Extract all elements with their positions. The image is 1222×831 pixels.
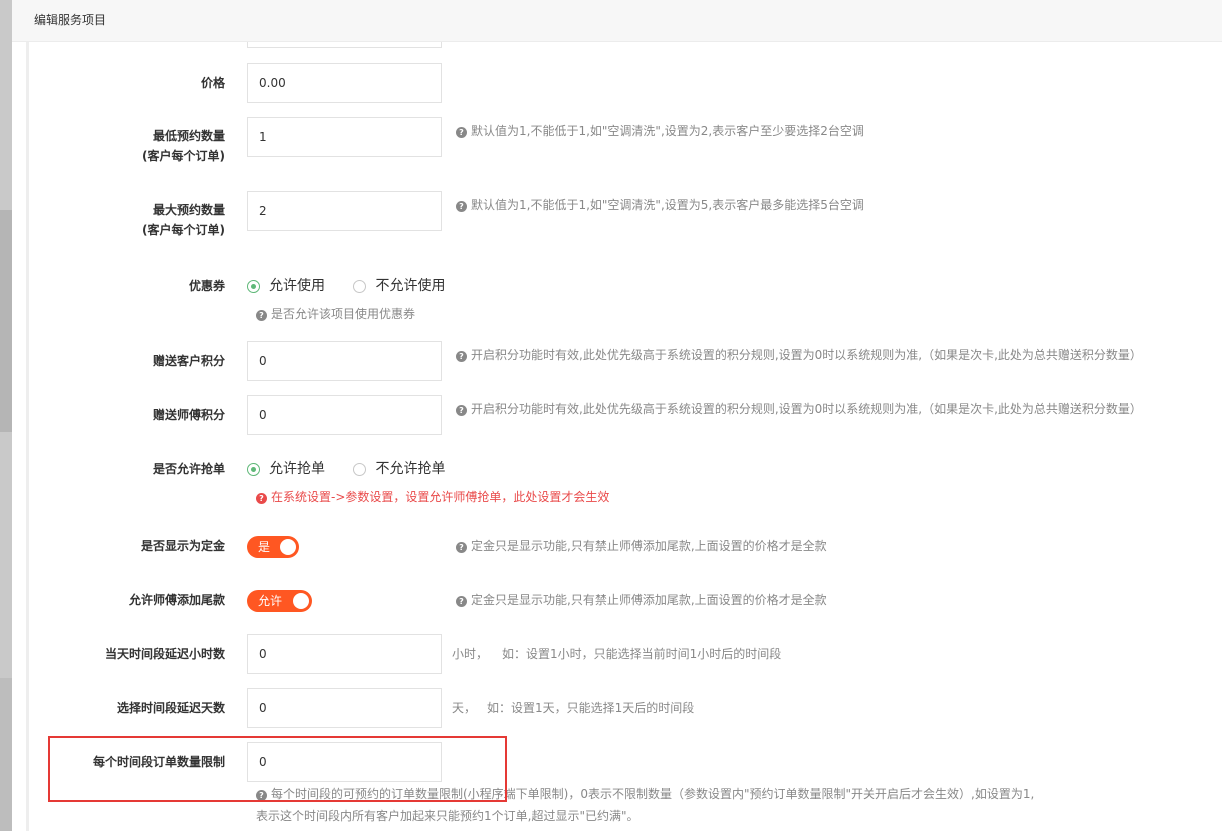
coupon-radio-group: 允许使用 不允许使用 (247, 276, 469, 299)
price-label: 价格 (200, 76, 225, 90)
master-points-help: ? 开启积分功能时有效,此处优先级高于系统设置的积分规则,设置为0时以系统规则为准… (456, 401, 1142, 417)
switch-knob (280, 539, 296, 555)
tail-payment-label: 允许师傅添加尾款 (128, 593, 225, 607)
coupon-allow-radio[interactable]: 允许使用 (247, 276, 325, 296)
radio-checked-icon (247, 279, 260, 293)
question-icon: ? (256, 310, 267, 321)
master-points-label: 赠送师傅积分 (152, 408, 225, 422)
question-icon: ? (456, 596, 467, 607)
radio-unchecked-icon (353, 279, 367, 293)
form-scroll-area[interactable]: 价格 0.00 最低预约数量 (客户每个订单) 1 ? 默认值为1,不能低于1,如… (12, 42, 1222, 831)
grab-order-label: 是否允许抢单 (152, 462, 225, 476)
deposit-label: 是否显示为定金 (140, 539, 225, 553)
deposit-switch[interactable]: 是 (247, 536, 299, 558)
grab-order-radio-group: 允许抢单 不允许抢单 (247, 459, 469, 482)
delay-days-unit: 天， (452, 701, 477, 715)
warning-icon: ? (256, 493, 267, 504)
delay-hours-unit: 小时， (452, 647, 489, 661)
scroll-track (26, 42, 29, 831)
highlight-box (48, 736, 507, 802)
delay-days-help: 如：设置1天，只能选择1天后的时间段 (487, 701, 695, 715)
radio-unchecked-icon (353, 462, 367, 476)
radio-checked-icon (247, 462, 260, 476)
coupon-label: 优惠券 (188, 279, 225, 293)
max-qty-help: ? 默认值为1,不能低于1,如"空调清洗",设置为5,表示客户最多能选择5台空调 (456, 197, 864, 213)
max-qty-label: 最大预约数量 (客户每个订单) (142, 203, 225, 237)
tail-payment-switch[interactable]: 允许 (247, 590, 312, 612)
question-icon: ? (456, 405, 467, 416)
grab-order-help: ? 在系统设置->参数设置，设置允许师傅抢单，此处设置才会生效 (256, 489, 609, 505)
delay-hours-label: 当天时间段延迟小时数 (104, 647, 225, 661)
coupon-help: ? 是否允许该项目使用优惠券 (256, 306, 415, 322)
delay-hours-help: 如：设置1小时，只能选择当前时间1小时后的时间段 (502, 647, 782, 661)
question-icon: ? (456, 542, 467, 553)
customer-points-help: ? 开启积分功能时有效,此处优先级高于系统设置的积分规则,设置为0时以系统规则为准… (456, 347, 1142, 363)
master-points-input[interactable]: 0 (247, 395, 442, 435)
min-qty-help: ? 默认值为1,不能低于1,如"空调清洗",设置为2,表示客户至少要选择2台空调 (456, 123, 864, 139)
price-input[interactable]: 0.00 (247, 63, 442, 103)
grab-order-allow-radio[interactable]: 允许抢单 (247, 459, 325, 479)
question-icon: ? (456, 201, 467, 212)
deposit-help: ? 定金只是显示功能,只有禁止师傅添加尾款,上面设置的价格才是全款 (456, 538, 827, 554)
dialog-title: 编辑服务项目 (12, 0, 1222, 42)
edit-service-dialog: 编辑服务项目 价格 0.00 最低预约数量 (客户每个订单) 1 ? 默认值为1,… (12, 0, 1222, 831)
switch-knob (293, 593, 309, 609)
question-icon: ? (456, 351, 467, 362)
grab-order-deny-radio[interactable]: 不允许抢单 (353, 459, 445, 479)
customer-points-label: 赠送客户积分 (152, 354, 225, 368)
previous-field-input[interactable] (247, 42, 442, 48)
delay-days-label: 选择时间段延迟天数 (116, 701, 225, 715)
min-qty-label: 最低预约数量 (客户每个订单) (142, 129, 225, 163)
tail-payment-help: ? 定金只是显示功能,只有禁止师傅添加尾款,上面设置的价格才是全款 (456, 592, 827, 608)
coupon-deny-radio[interactable]: 不允许使用 (353, 276, 445, 296)
slot-limit-help-line2: 表示这个时间段内所有客户加起来只能预约1个订单,超过显示"已约满"。 (256, 809, 639, 823)
question-icon: ? (456, 127, 467, 138)
background-overlay (0, 0, 12, 831)
customer-points-input[interactable]: 0 (247, 341, 442, 381)
min-qty-input[interactable]: 1 (247, 117, 442, 157)
max-qty-input[interactable]: 2 (247, 191, 442, 231)
delay-hours-input[interactable]: 0 (247, 634, 442, 674)
delay-days-input[interactable]: 0 (247, 688, 442, 728)
